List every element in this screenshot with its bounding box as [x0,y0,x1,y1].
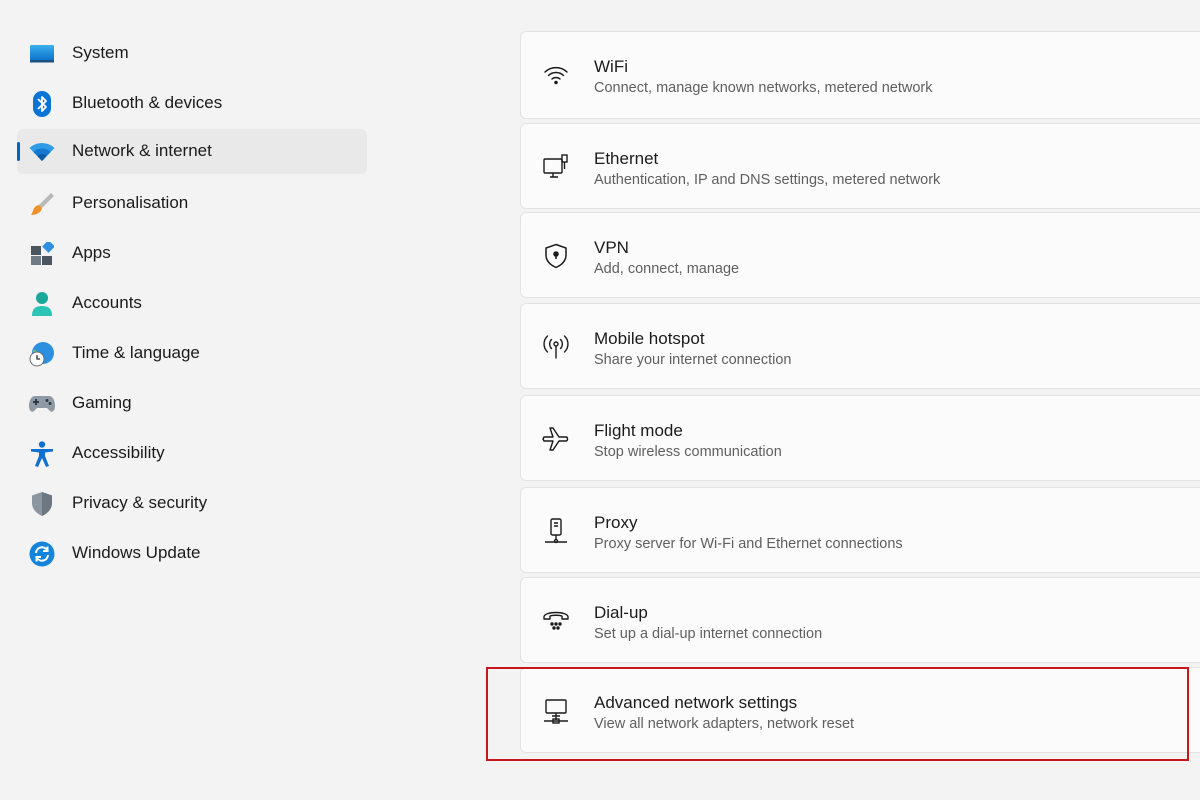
accessibility-icon [29,441,55,467]
flight-mode-card[interactable]: Flight mode Stop wireless communication [520,395,1200,481]
sidebar-item-label: Apps [72,243,111,262]
sidebar-item-windows-update[interactable]: Windows Update [17,531,367,576]
sidebar-item-label: Gaming [72,393,132,412]
gamepad-icon [29,391,55,417]
hotspot-icon [541,333,571,361]
ethernet-icon [541,153,571,181]
active-indicator [17,142,20,161]
card-title: Mobile hotspot [594,329,705,348]
sidebar-item-label: Personalisation [72,193,189,212]
vpn-card[interactable]: VPN Add, connect, manage [520,212,1200,298]
sidebar-item-label: Privacy & security [72,493,208,512]
card-subtitle: View all network adapters, network reset [594,716,855,732]
sidebar-item-label: Windows Update [72,543,201,562]
sidebar-item-gaming[interactable]: Gaming [17,381,367,426]
proxy-card[interactable]: Proxy Proxy server for Wi-Fi and Etherne… [520,487,1200,573]
sidebar-item-bluetooth[interactable]: Bluetooth & devices [17,81,367,126]
sidebar-item-network[interactable]: Network & internet [17,129,367,174]
sidebar-item-label: System [72,43,129,62]
sidebar-item-label: Time & language [72,343,200,362]
person-icon [29,291,55,317]
system-icon [29,41,55,67]
advanced-network-settings-card[interactable]: Advanced network settings View all netwo… [520,667,1200,753]
wifi-icon [29,139,55,165]
card-title: Ethernet [594,149,659,168]
ethernet-card[interactable]: Ethernet Authentication, IP and DNS sett… [520,123,1200,209]
card-subtitle: Share your internet connection [594,352,792,368]
sidebar-item-label: Accessibility [72,443,165,462]
phone-icon [541,607,571,635]
sidebar-item-label: Accounts [72,293,142,312]
sidebar-item-accounts[interactable]: Accounts [17,281,367,326]
sidebar-item-personalisation[interactable]: Personalisation [17,181,367,226]
sidebar-item-accessibility[interactable]: Accessibility [17,431,367,476]
sidebar-item-label: Network & internet [72,141,212,160]
card-subtitle: Stop wireless communication [594,444,782,460]
sidebar-item-label: Bluetooth & devices [72,93,223,112]
wifi-outline-icon [541,61,571,89]
card-subtitle: Connect, manage known networks, metered … [594,80,933,96]
proxy-icon [541,517,571,545]
vpn-shield-icon [541,242,571,270]
card-subtitle: Proxy server for Wi-Fi and Ethernet conn… [594,536,903,552]
card-title: Dial-up [594,603,648,622]
paintbrush-icon [29,191,55,217]
card-subtitle: Add, connect, manage [594,261,740,277]
card-subtitle: Authentication, IP and DNS settings, met… [594,172,941,188]
card-title: VPN [594,238,629,257]
sidebar-item-time-language[interactable]: Time & language [17,331,367,376]
card-title: Flight mode [594,421,683,440]
sidebar-item-apps[interactable]: Apps [17,231,367,276]
card-title: WiFi [594,57,628,76]
card-title: Advanced network settings [594,693,798,712]
apps-icon [29,241,55,267]
mobile-hotspot-card[interactable]: Mobile hotspot Share your internet conne… [520,303,1200,389]
bluetooth-icon [29,91,55,117]
card-title: Proxy [594,513,638,532]
sidebar-item-system[interactable]: System [17,31,367,76]
sidebar: System Bluetooth & devices Network & int… [0,0,380,800]
globe-clock-icon [29,341,55,367]
dial-up-card[interactable]: Dial-up Set up a dial-up internet connec… [520,577,1200,663]
airplane-icon [541,425,571,453]
shield-icon [29,491,55,517]
wifi-card[interactable]: WiFi Connect, manage known networks, met… [520,31,1200,119]
card-subtitle: Set up a dial-up internet connection [594,626,823,642]
network-computer-icon [541,697,571,725]
update-icon [29,541,55,567]
sidebar-item-privacy[interactable]: Privacy & security [17,481,367,526]
